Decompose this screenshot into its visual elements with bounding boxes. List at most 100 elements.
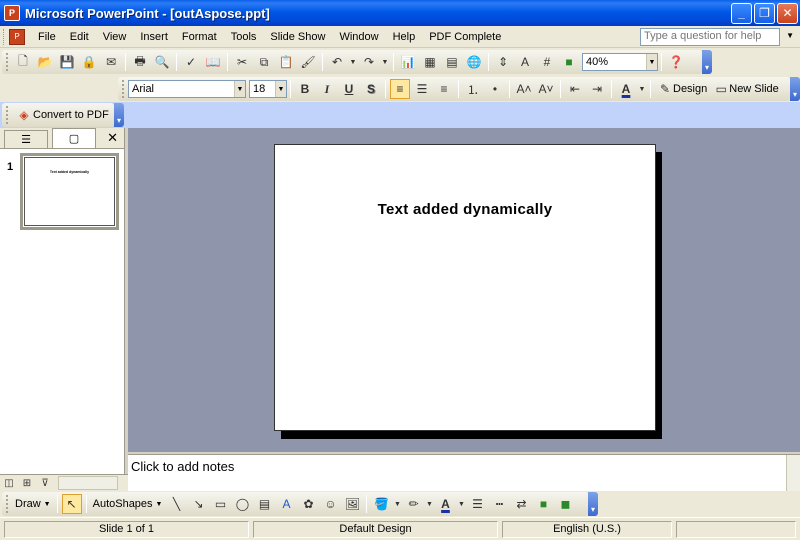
shadow-style-icon[interactable]: ■: [533, 494, 553, 514]
font-color-draw-dropdown-icon[interactable]: ▼: [457, 494, 465, 514]
toolbar-grip[interactable]: [6, 53, 9, 71]
arrow-icon[interactable]: ↘: [188, 494, 208, 514]
draw-menu-button[interactable]: Draw ▼: [12, 494, 54, 514]
text-box-icon[interactable]: ▤: [254, 494, 274, 514]
print-preview-icon[interactable]: 🔍: [152, 52, 172, 72]
font-color-icon[interactable]: A: [616, 79, 636, 99]
undo-dropdown-icon[interactable]: ▼: [349, 52, 357, 72]
menu-grip[interactable]: [3, 28, 6, 45]
font-dropdown-icon[interactable]: ▼: [234, 81, 245, 97]
research-icon[interactable]: 📖: [203, 52, 223, 72]
line-icon[interactable]: ╲: [166, 494, 186, 514]
pane-close-icon[interactable]: ✕: [107, 130, 118, 146]
new-icon[interactable]: 🗋: [13, 52, 33, 72]
color-grayscale-icon[interactable]: ■: [559, 52, 579, 72]
ask-question-input[interactable]: Type a question for help: [640, 28, 780, 46]
line-style-icon[interactable]: ☰: [467, 494, 487, 514]
email-icon[interactable]: ✉: [101, 52, 121, 72]
restore-button[interactable]: ❐: [754, 2, 775, 24]
font-select[interactable]: Arial ▼: [128, 80, 246, 98]
align-right-icon[interactable]: ≡: [434, 79, 454, 99]
toolbar-grip[interactable]: [122, 80, 125, 98]
redo-icon[interactable]: ↷: [359, 52, 379, 72]
powerpoint-icon[interactable]: P: [4, 5, 20, 21]
toolbar-grip[interactable]: [6, 106, 9, 124]
numbering-icon[interactable]: ⒈: [463, 79, 483, 99]
undo-icon[interactable]: ↶: [327, 52, 347, 72]
decrease-indent-icon[interactable]: ⇤: [565, 79, 585, 99]
center-icon[interactable]: ☰: [412, 79, 432, 99]
save-icon[interactable]: 💾: [57, 52, 77, 72]
notes-pane[interactable]: Click to add notes: [128, 454, 800, 492]
oval-icon[interactable]: ◯: [232, 494, 252, 514]
menu-view[interactable]: View: [96, 27, 134, 47]
picture-icon[interactable]: 🖼: [342, 494, 362, 514]
line-color-dropdown-icon[interactable]: ▼: [425, 494, 433, 514]
autoshapes-button[interactable]: AutoShapes ▼: [90, 494, 166, 514]
menu-edit[interactable]: Edit: [63, 27, 96, 47]
3d-style-icon[interactable]: ◼: [555, 494, 575, 514]
insert-hyperlink-icon[interactable]: 🌐: [464, 52, 484, 72]
print-icon[interactable]: 🖶: [130, 52, 150, 72]
toolbar-options-icon[interactable]: ▾: [114, 103, 124, 127]
font-color-dropdown-icon[interactable]: ▼: [638, 79, 646, 99]
insert-table-icon[interactable]: ▦: [420, 52, 440, 72]
copy-icon[interactable]: ⧉: [254, 52, 274, 72]
tables-borders-icon[interactable]: ▤: [442, 52, 462, 72]
bold-button[interactable]: B: [295, 79, 315, 99]
format-painter-icon[interactable]: 🖌: [298, 52, 318, 72]
document-icon[interactable]: P: [9, 28, 25, 45]
font-size-dropdown-icon[interactable]: ▼: [275, 81, 286, 97]
select-objects-icon[interactable]: ↖: [61, 494, 82, 514]
toolbar-options-icon[interactable]: ▾: [790, 77, 800, 101]
fill-color-icon[interactable]: 🪣: [371, 494, 391, 514]
menu-help[interactable]: Help: [386, 27, 423, 47]
menu-file[interactable]: File: [31, 27, 63, 47]
menu-insert[interactable]: Insert: [133, 27, 175, 47]
slide-thumbnail[interactable]: Text added dynamically: [20, 153, 119, 230]
decrease-font-icon[interactable]: A˅: [536, 79, 556, 99]
underline-button[interactable]: U: [339, 79, 359, 99]
ask-dropdown-icon[interactable]: ▼: [786, 31, 794, 40]
normal-view-icon[interactable]: ◫: [1, 476, 17, 490]
bullets-icon[interactable]: •: [485, 79, 505, 99]
line-color-icon[interactable]: ✏: [403, 494, 423, 514]
font-size-select[interactable]: 18 ▼: [249, 80, 287, 98]
spelling-icon[interactable]: ✓: [181, 52, 201, 72]
increase-indent-icon[interactable]: ⇥: [587, 79, 607, 99]
cut-icon[interactable]: ✂: [232, 52, 252, 72]
expand-all-icon[interactable]: ⇕: [493, 52, 513, 72]
toolbar-options-icon[interactable]: ▾: [588, 492, 598, 516]
font-color-draw-icon[interactable]: A: [435, 494, 455, 514]
permission-icon[interactable]: 🔒: [79, 52, 99, 72]
menu-window[interactable]: Window: [332, 27, 385, 47]
slide-canvas[interactable]: Text added dynamically: [274, 144, 656, 431]
convert-to-pdf-button[interactable]: ◈ Convert to PDF: [12, 105, 112, 125]
wordart-icon[interactable]: A: [276, 494, 296, 514]
arrow-style-icon[interactable]: ⇄: [511, 494, 531, 514]
zoom-select[interactable]: 40% ▼: [582, 53, 658, 71]
italic-button[interactable]: I: [317, 79, 337, 99]
tab-outline[interactable]: ☰: [4, 130, 48, 148]
menu-format[interactable]: Format: [175, 27, 224, 47]
close-button[interactable]: ✕: [777, 2, 798, 24]
slide-workspace[interactable]: Text added dynamically: [128, 128, 800, 452]
zoom-dropdown-icon[interactable]: ▼: [646, 54, 657, 70]
tab-slides[interactable]: ▢: [52, 128, 96, 148]
shadow-button[interactable]: S: [361, 79, 381, 99]
show-grid-icon[interactable]: #: [537, 52, 557, 72]
menu-tools[interactable]: Tools: [224, 27, 264, 47]
fill-color-dropdown-icon[interactable]: ▼: [393, 494, 401, 514]
insert-chart-icon[interactable]: 📊: [398, 52, 418, 72]
show-formatting-icon[interactable]: A: [515, 52, 535, 72]
menu-slide-show[interactable]: Slide Show: [263, 27, 332, 47]
slide-show-icon[interactable]: ⊽: [37, 476, 53, 490]
diagram-icon[interactable]: ✿: [298, 494, 318, 514]
slide-sorter-icon[interactable]: ⊞: [19, 476, 35, 490]
toolbar-options-icon[interactable]: ▾: [702, 50, 712, 74]
horizontal-scrollbar[interactable]: [58, 476, 118, 490]
paste-icon[interactable]: 📋: [276, 52, 296, 72]
rectangle-icon[interactable]: ▭: [210, 494, 230, 514]
menu-pdf-complete[interactable]: PDF Complete: [422, 27, 508, 47]
increase-font-icon[interactable]: A˄: [514, 79, 534, 99]
